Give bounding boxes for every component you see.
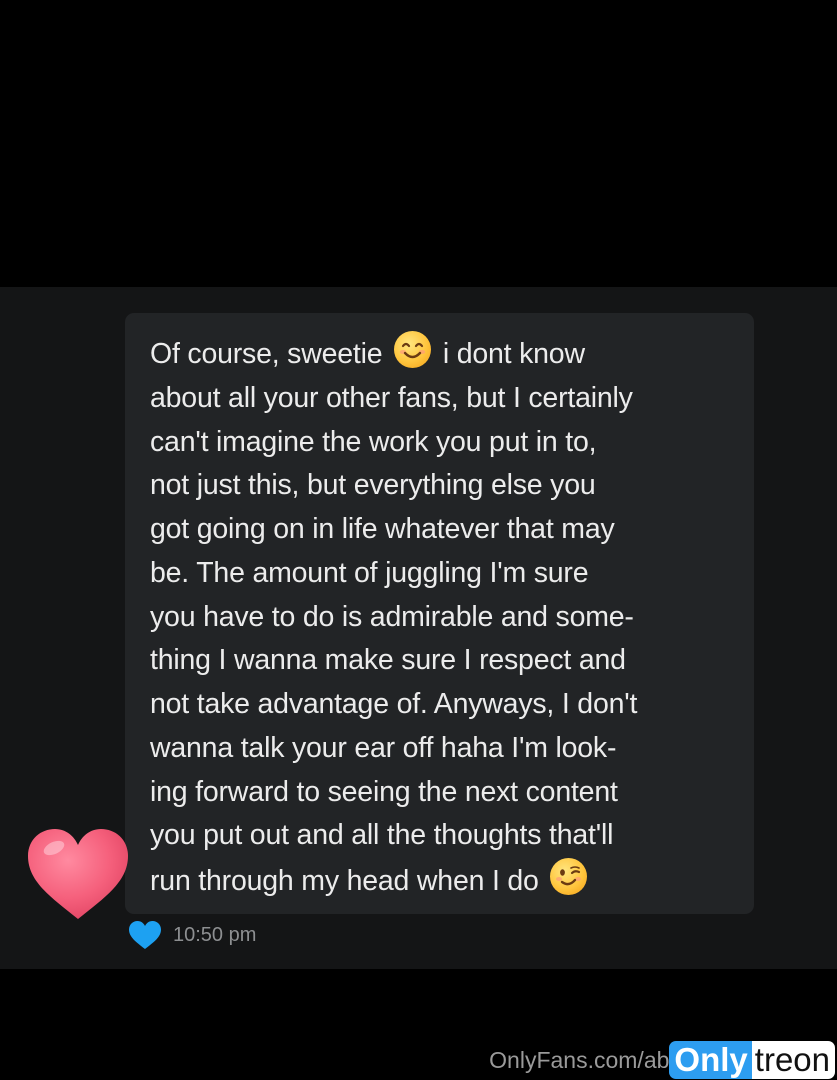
message-line: Of course, sweetie i dont know <box>150 331 745 377</box>
message-text: Of course, sweetie i dont know about all… <box>150 331 745 904</box>
winking-face-emoji <box>550 858 588 895</box>
watermark-url: OnlyFans.com/ab <box>489 1046 670 1073</box>
smiling-face-emoji <box>394 331 432 368</box>
message-line: can't imagine the work you put in to, <box>150 425 597 458</box>
message-line-text: Of course, sweetie <box>150 338 391 370</box>
message-line: not just this, but everything else you <box>150 469 596 502</box>
watermark-logo: Only treon <box>669 1041 835 1079</box>
message-line: not take advantage of. Anyways, I don't <box>150 688 638 720</box>
message-line: got going on in life whatever that may <box>150 513 615 545</box>
message-status: 10:50 pm <box>128 919 256 951</box>
message-line: run through my head when I do <box>150 858 745 904</box>
message-line-text: run through my head when I do <box>150 865 547 897</box>
watermark: OnlyFans.com/ab Only treon <box>489 1040 835 1080</box>
heart-reaction-icon <box>24 826 132 922</box>
message-line: you put out and all the thoughts that'll <box>150 819 614 852</box>
message-line: ing forward to seeing the next content <box>150 775 618 808</box>
message-line: about all your other fans, but I certain… <box>150 381 633 414</box>
message-timestamp: 10:50 pm <box>173 923 257 946</box>
message-line-text: i dont know <box>435 338 585 370</box>
message-line: thing I wanna make sure I respect and <box>150 644 626 677</box>
message-line: wanna talk your ear off haha I'm look- <box>150 731 617 764</box>
watermark-logo-left: Only <box>669 1041 752 1079</box>
heart-icon[interactable] <box>128 920 162 950</box>
watermark-logo-right: treon <box>751 1041 835 1079</box>
message-line: be. The amount of juggling I'm sure <box>150 556 589 589</box>
message-line: you have to do is admirable and some- <box>150 600 634 633</box>
